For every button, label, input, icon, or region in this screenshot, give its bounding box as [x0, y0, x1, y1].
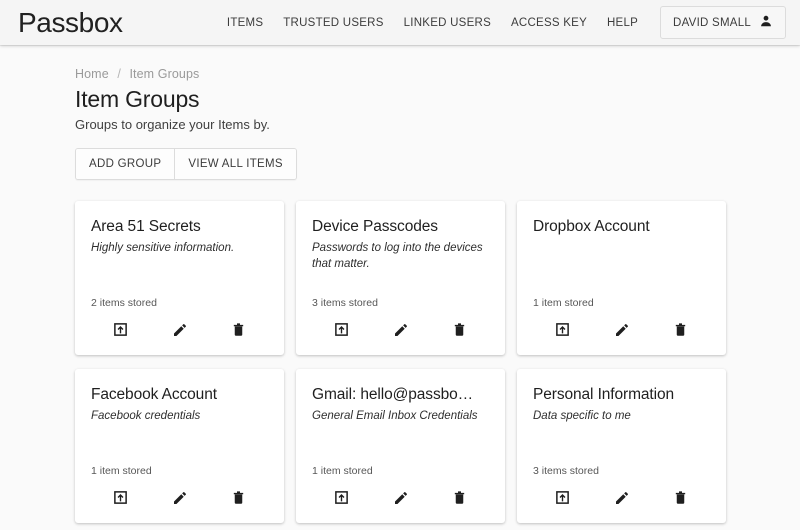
nav-link-items[interactable]: ITEMS — [217, 11, 273, 35]
trash-icon — [673, 490, 688, 508]
person-icon — [759, 14, 773, 31]
edit-group-button[interactable] — [167, 486, 193, 512]
item-group-card[interactable]: Device Passcodes Passwords to log into t… — [296, 201, 505, 356]
trash-icon — [231, 490, 246, 508]
nav-link-access-key[interactable]: ACCESS KEY — [501, 11, 597, 35]
edit-group-button[interactable] — [388, 318, 414, 344]
launch-icon — [334, 490, 349, 508]
item-group-actions — [312, 318, 489, 355]
view-all-items-button[interactable]: VIEW ALL ITEMS — [175, 149, 296, 180]
item-group-description: General Email Inbox Credentials — [312, 409, 478, 422]
launch-icon — [555, 490, 570, 508]
item-group-card[interactable]: Dropbox Account 1 item stored — [517, 201, 726, 356]
user-account-label: DAVID SMALL — [673, 16, 751, 29]
open-group-button[interactable] — [108, 486, 134, 512]
edit-group-button[interactable] — [609, 486, 635, 512]
item-group-actions — [91, 318, 268, 355]
item-group-count: 2 items stored — [91, 297, 157, 310]
trash-icon — [452, 490, 467, 508]
breadcrumb-separator: / — [117, 67, 121, 81]
item-group-title: Facebook Account — [91, 386, 217, 404]
nav-link-linked-users[interactable]: LINKED USERS — [394, 11, 501, 35]
page-title: Item Groups — [75, 86, 200, 112]
nav-link-trusted-users[interactable]: TRUSTED USERS — [273, 11, 393, 35]
item-group-description: Highly sensitive information. — [91, 241, 235, 254]
main-navigation: ITEMS TRUSTED USERS LINKED USERS ACCESS … — [217, 6, 786, 39]
delete-group-button[interactable] — [447, 318, 473, 344]
item-group-actions — [533, 318, 710, 355]
page-action-toolbar: ADD GROUP VIEW ALL ITEMS — [75, 148, 297, 181]
edit-group-button[interactable] — [609, 318, 635, 344]
pencil-icon — [172, 322, 188, 341]
launch-icon — [113, 490, 128, 508]
item-group-description: Data specific to me — [533, 409, 631, 422]
item-group-title: Gmail: hello@passbo… — [312, 386, 474, 404]
edit-group-button[interactable] — [167, 318, 193, 344]
delete-group-button[interactable] — [668, 318, 694, 344]
item-group-title: Dropbox Account — [533, 218, 650, 236]
launch-icon — [113, 322, 128, 340]
breadcrumb: Home / Item Groups — [75, 67, 800, 81]
app-brand-logo[interactable]: Passbox — [18, 8, 123, 37]
item-group-description: Passwords to log into the devices that m… — [312, 241, 483, 271]
item-group-actions — [533, 486, 710, 523]
open-group-button[interactable] — [550, 318, 576, 344]
pencil-icon — [393, 322, 409, 341]
item-group-card[interactable]: Facebook Account Facebook credentials 1 … — [75, 369, 284, 524]
item-group-title: Device Passcodes — [312, 218, 438, 236]
trash-icon — [673, 322, 688, 340]
delete-group-button[interactable] — [668, 486, 694, 512]
item-group-count: 3 items stored — [533, 465, 599, 478]
item-groups-grid: Area 51 Secrets Highly sensitive informa… — [75, 201, 800, 524]
add-group-button[interactable]: ADD GROUP — [76, 149, 176, 180]
open-group-button[interactable] — [108, 318, 134, 344]
item-group-card[interactable]: Gmail: hello@passbo… General Email Inbox… — [296, 369, 505, 524]
pencil-icon — [172, 490, 188, 509]
item-group-actions — [91, 486, 268, 523]
user-account-button[interactable]: DAVID SMALL — [660, 6, 786, 39]
delete-group-button[interactable] — [226, 486, 252, 512]
item-group-description — [533, 240, 710, 254]
delete-group-button[interactable] — [447, 486, 473, 512]
launch-icon — [555, 322, 570, 340]
item-group-card[interactable]: Area 51 Secrets Highly sensitive informa… — [75, 201, 284, 356]
item-group-actions — [312, 486, 489, 523]
page-subtitle: Groups to organize your Items by. — [75, 117, 270, 133]
item-group-count: 1 item stored — [533, 297, 594, 310]
edit-group-button[interactable] — [388, 486, 414, 512]
item-group-count: 3 items stored — [312, 297, 378, 310]
item-group-description: Facebook credentials — [91, 409, 201, 422]
item-group-title: Area 51 Secrets — [91, 218, 201, 236]
pencil-icon — [393, 490, 409, 509]
pencil-icon — [614, 490, 630, 509]
item-group-card[interactable]: Personal Information Data specific to me… — [517, 369, 726, 524]
page-content: Home / Item Groups Item Groups Groups to… — [0, 45, 800, 530]
pencil-icon — [614, 322, 630, 341]
item-group-count: 1 item stored — [312, 465, 373, 478]
item-group-count: 1 item stored — [91, 465, 152, 478]
nav-link-help[interactable]: HELP — [597, 11, 648, 35]
open-group-button[interactable] — [550, 486, 576, 512]
trash-icon — [452, 322, 467, 340]
open-group-button[interactable] — [329, 486, 355, 512]
launch-icon — [334, 322, 349, 340]
delete-group-button[interactable] — [226, 318, 252, 344]
breadcrumb-home[interactable]: Home — [75, 67, 109, 81]
top-navigation-bar: Passbox ITEMS TRUSTED USERS LINKED USERS… — [0, 0, 800, 45]
item-group-title: Personal Information — [533, 386, 675, 404]
open-group-button[interactable] — [329, 318, 355, 344]
trash-icon — [231, 322, 246, 340]
breadcrumb-current: Item Groups — [129, 67, 200, 81]
